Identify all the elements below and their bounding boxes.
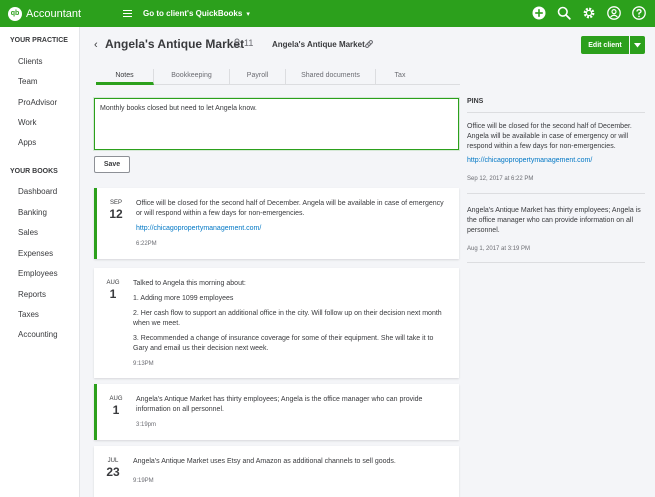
note-card[interactable]: AUG 1 Talked to Angela this morning abou… <box>94 268 459 378</box>
pinned-note[interactable]: Angela's Antique Market has thirty emplo… <box>467 206 647 254</box>
help-icon[interactable] <box>631 5 647 21</box>
sidebar-item-expenses[interactable]: Expenses <box>0 249 53 258</box>
note-card[interactable]: JUL 23 Angela's Antique Market uses Etsy… <box>94 446 459 497</box>
note-date: SEP 12 <box>97 200 135 221</box>
pin-time: Aug 1, 2017 at 3:19 PM <box>467 246 531 252</box>
user-icon[interactable] <box>606 5 622 21</box>
sidebar-item-reports[interactable]: Reports <box>0 290 46 299</box>
tab-tax[interactable]: Tax <box>376 69 424 85</box>
tab-payroll[interactable]: Payroll <box>230 69 286 85</box>
note-text: 2. Her cash flow to support an additiona… <box>133 310 442 327</box>
pin-time: Sep 12, 2017 at 6:22 PM <box>467 176 534 182</box>
sidebar-item-dashboard[interactable]: Dashboard <box>0 187 57 196</box>
goto-client-quickbooks-dropdown[interactable]: Go to client's QuickBooks ▾ <box>143 9 250 18</box>
note-day: 1 <box>109 287 117 301</box>
note-time: 9:13PM <box>133 361 154 367</box>
note-text: Angela's Antique Market has thirty emplo… <box>136 396 423 413</box>
plus-circle-icon[interactable] <box>531 5 547 21</box>
sidebar-item-taxes[interactable]: Taxes <box>0 310 39 319</box>
top-icon-bar <box>531 5 647 21</box>
pinned-note[interactable]: Office will be closed for the second hal… <box>467 122 647 184</box>
your-practice-heading: YOUR PRACTICE <box>10 37 68 44</box>
link-icon[interactable] <box>364 39 374 51</box>
tab-notes[interactable]: Notes <box>96 69 154 85</box>
note-month: JUL <box>107 458 119 464</box>
note-body: Angela's Antique Market uses Etsy and Am… <box>133 457 445 486</box>
note-text: Angela's Antique Market uses Etsy and Am… <box>133 458 396 465</box>
note-card[interactable]: SEP 12 Office will be closed for the sec… <box>94 188 459 259</box>
search-icon[interactable] <box>556 5 572 21</box>
note-day: 1 <box>112 403 120 417</box>
note-month: AUG <box>106 280 120 286</box>
edit-client-button[interactable]: Edit client <box>581 36 629 54</box>
goto-label: Go to client's QuickBooks <box>143 9 243 18</box>
sidebar-item-clients[interactable]: Clients <box>0 57 42 66</box>
sidebar-item-employees[interactable]: Employees <box>0 269 58 278</box>
edit-client-dropdown[interactable] <box>630 36 645 54</box>
your-books-heading: YOUR BOOKS <box>10 168 58 175</box>
chevron-down-icon: ▾ <box>246 10 250 18</box>
divider <box>467 193 645 194</box>
divider <box>467 112 645 113</box>
pin-link[interactable]: http://chicagopropertymanagement.com/ <box>467 157 592 164</box>
sidebar-item-proadvisor[interactable]: ProAdvisor <box>0 98 57 107</box>
sidebar-item-accounting[interactable]: Accounting <box>0 330 58 339</box>
note-body: Talked to Angela this morning about: 1. … <box>133 279 445 369</box>
quickbooks-logo-icon: qb <box>8 6 22 21</box>
client-title: Angela's Antique Market <box>105 37 245 51</box>
sidebar-item-work[interactable]: Work <box>0 118 37 127</box>
note-time: 9:19PM <box>133 478 154 484</box>
people-icon <box>233 38 241 48</box>
tab-bookkeeping[interactable]: Bookkeeping <box>154 69 230 85</box>
note-text: Talked to Angela this morning about: <box>133 280 246 287</box>
save-button[interactable]: Save <box>94 156 130 173</box>
note-text: 3. Recommended a change of insurance cov… <box>133 335 434 352</box>
back-chevron-icon[interactable]: ‹ <box>94 39 98 51</box>
note-body: Office will be closed for the second hal… <box>136 199 448 249</box>
client-tabs: Notes Bookkeeping Payroll Shared documen… <box>96 69 460 85</box>
note-text: Office will be closed for the second hal… <box>136 200 444 217</box>
sidebar-item-apps[interactable]: Apps <box>0 138 36 147</box>
tab-shared-documents[interactable]: Shared documents <box>286 69 376 85</box>
note-day: 23 <box>106 465 120 479</box>
app-name: Accountant <box>26 7 82 20</box>
divider <box>467 262 645 263</box>
note-text: 1. Adding more 1099 employees <box>133 295 234 302</box>
sidebar-item-sales[interactable]: Sales <box>0 228 38 237</box>
people-count-value: 11 <box>244 38 254 48</box>
note-date: AUG 1 <box>97 396 135 417</box>
note-time: 6:22PM <box>136 241 157 247</box>
note-date: JUL 23 <box>94 458 132 479</box>
chevron-down-icon <box>634 42 641 47</box>
note-link[interactable]: http://chicagopropertymanagement.com/ <box>136 225 261 232</box>
pins-heading: PINS <box>467 98 484 105</box>
note-month: AUG <box>109 396 123 402</box>
app-logo[interactable]: qb Accountant <box>8 6 82 21</box>
sidebar-item-banking[interactable]: Banking <box>0 208 47 217</box>
note-day: 12 <box>109 207 123 221</box>
left-sidebar: YOUR PRACTICE Clients Team ProAdvisor Wo… <box>0 27 80 497</box>
note-input[interactable]: Monthly books closed but need to let Ang… <box>94 98 459 150</box>
note-time: 3:19pm <box>136 422 157 428</box>
note-date: AUG 1 <box>94 280 132 301</box>
pin-text: Office will be closed for the second hal… <box>467 123 632 150</box>
menu-icon[interactable] <box>123 10 133 17</box>
note-body: Angela's Antique Market has thirty emplo… <box>136 395 448 430</box>
note-month: SEP <box>109 200 122 206</box>
sidebar-item-team[interactable]: Team <box>0 77 38 86</box>
note-card[interactable]: AUG 1 Angela's Antique Market has thirty… <box>94 384 459 440</box>
top-bar: qb Accountant Go to client's QuickBooks … <box>0 0 655 27</box>
client-company-name: Angela's Antique Market <box>272 40 365 49</box>
gear-icon[interactable] <box>581 5 597 21</box>
people-count[interactable]: 11 <box>232 38 253 48</box>
pin-text: Angela's Antique Market has thirty emplo… <box>467 207 641 234</box>
